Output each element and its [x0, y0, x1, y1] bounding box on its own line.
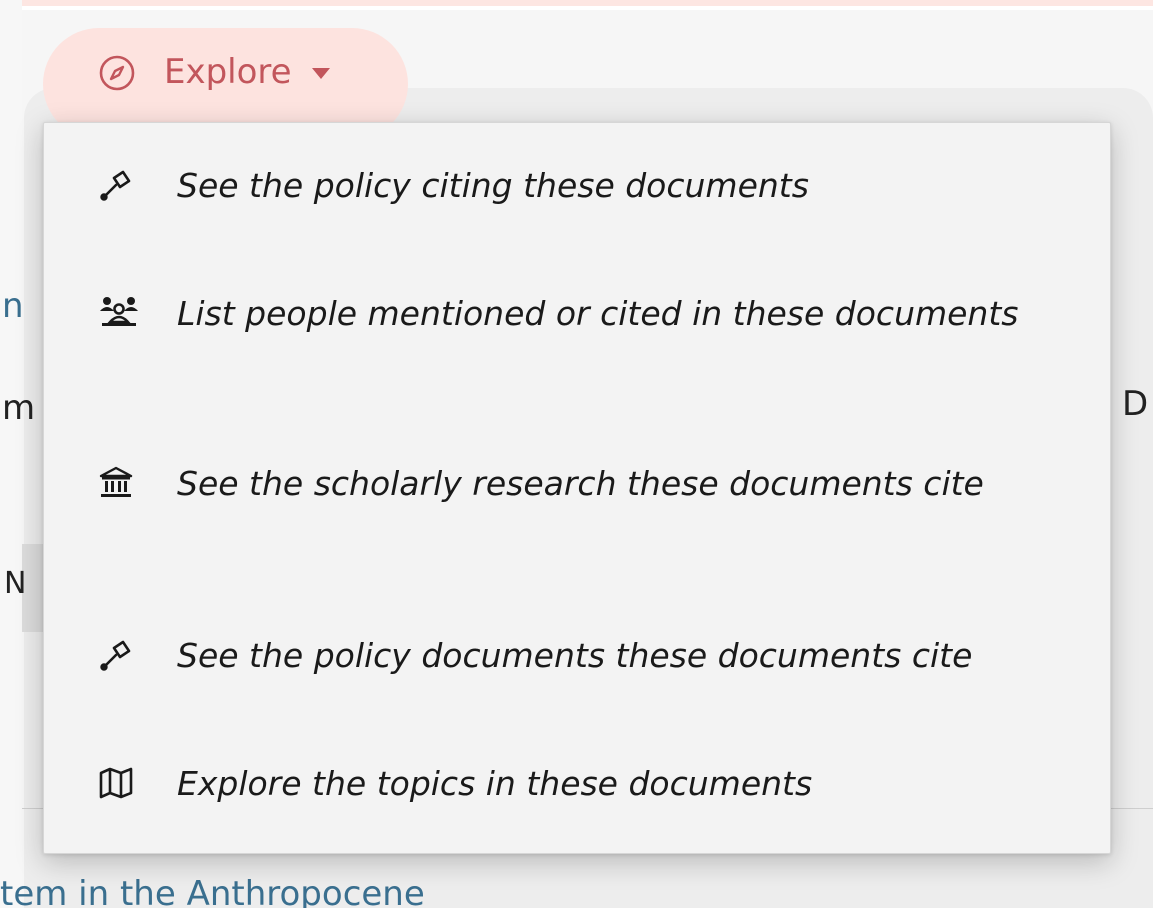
- chevron-down-icon: [312, 68, 330, 79]
- menu-item-explore-topics[interactable]: Explore the topics in these documents: [99, 763, 1079, 805]
- menu-item-policy-documents-cited[interactable]: See the policy documents these documents…: [99, 635, 1079, 677]
- menu-item-label: List people mentioned or cited in these …: [177, 294, 1019, 333]
- menu-item-label: See the scholarly research these documen…: [177, 464, 984, 503]
- explore-dropdown-menu: See the policy citing these documents Li…: [43, 122, 1111, 854]
- page: n m D N tem in the Anthropocene Explore …: [0, 0, 1153, 908]
- menu-item-policy-citing[interactable]: See the policy citing these documents: [99, 165, 1079, 207]
- people-icon: [100, 297, 138, 326]
- background-text-fragment: m: [2, 388, 36, 428]
- menu-item-label: See the policy citing these documents: [177, 166, 809, 205]
- gavel-icon: [100, 170, 131, 201]
- institution-icon: [99, 466, 133, 497]
- background-result-title[interactable]: tem in the Anthropocene: [0, 874, 425, 908]
- background-link-fragment[interactable]: n: [2, 286, 24, 326]
- menu-item-label: See the policy documents these documents…: [177, 636, 973, 675]
- menu-item-list-people[interactable]: List people mentioned or cited in these …: [99, 293, 1079, 335]
- explore-label[interactable]: Explore: [164, 52, 292, 92]
- gavel-icon: [100, 640, 131, 671]
- background-text-fragment-right: D: [1122, 384, 1149, 424]
- menu-item-label: Explore the topics in these documents: [177, 764, 813, 803]
- background-tab-label: N: [4, 566, 27, 601]
- compass-icon: [99, 55, 135, 91]
- map-icon: [99, 767, 133, 799]
- menu-item-scholarly-research[interactable]: See the scholarly research these documen…: [99, 463, 1079, 505]
